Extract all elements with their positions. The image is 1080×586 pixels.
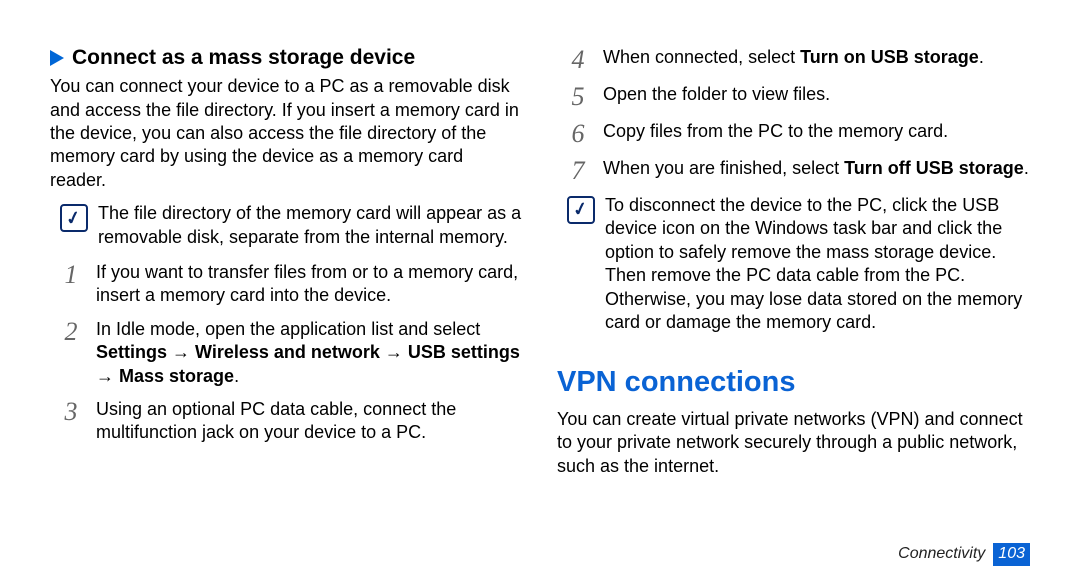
step-number: 4: [567, 46, 589, 73]
step-bold: Turn on USB storage: [800, 47, 979, 67]
step-text-end: .: [979, 47, 984, 67]
step-4: 4 When connected, select Turn on USB sto…: [557, 44, 1030, 81]
step-6: 6 Copy files from the PC to the memory c…: [557, 118, 1030, 155]
right-column: 4 When connected, select Turn on USB sto…: [557, 44, 1030, 486]
vpn-heading: VPN connections: [557, 364, 1030, 402]
section-heading: Connect as a mass storage device: [50, 44, 523, 71]
step-text-end: .: [234, 366, 239, 386]
step-3: 3 Using an optional PC data cable, conne…: [50, 396, 523, 453]
step-body: Copy files from the PC to the memory car…: [603, 120, 1030, 147]
page-number: 103: [993, 543, 1030, 566]
step-7: 7 When you are finished, select Turn off…: [557, 155, 1030, 192]
footer: Connectivity 103: [898, 543, 1030, 566]
step-number: 2: [60, 318, 82, 388]
step-text-end: .: [1024, 158, 1029, 178]
note-block: ✓ The file directory of the memory card …: [50, 200, 523, 259]
chevron-right-icon: [50, 50, 64, 66]
step-text: When connected, select: [603, 47, 800, 67]
left-column: Connect as a mass storage device You can…: [50, 44, 523, 486]
vpn-paragraph: You can create virtual private networks …: [557, 408, 1030, 478]
page: Connect as a mass storage device You can…: [0, 0, 1080, 516]
step-number: 3: [60, 398, 82, 445]
note-text: To disconnect the device to the PC, clic…: [605, 194, 1030, 334]
step-path-bold: Settings → Wireless and network → USB se…: [96, 342, 520, 385]
section-title: Connect as a mass storage device: [72, 44, 415, 71]
step-body: In Idle mode, open the application list …: [96, 318, 523, 388]
step-body: When connected, select Turn on USB stora…: [603, 46, 1030, 73]
note-icon: ✓: [567, 196, 595, 224]
step-5: 5 Open the folder to view files.: [557, 81, 1030, 118]
step-body: Open the folder to view files.: [603, 83, 1030, 110]
step-body: Using an optional PC data cable, connect…: [96, 398, 523, 445]
step-number: 5: [567, 83, 589, 110]
footer-section: Connectivity: [898, 544, 985, 565]
step-number: 6: [567, 120, 589, 147]
step-number: 1: [60, 261, 82, 308]
note-text: The file directory of the memory card wi…: [98, 202, 523, 249]
step-number: 7: [567, 157, 589, 184]
step-text: When you are finished, select: [603, 158, 844, 178]
step-bold: Turn off USB storage: [844, 158, 1024, 178]
note-block: ✓ To disconnect the device to the PC, cl…: [557, 192, 1030, 344]
intro-paragraph: You can connect your device to a PC as a…: [50, 75, 523, 192]
step-body: If you want to transfer files from or to…: [96, 261, 523, 308]
step-2: 2 In Idle mode, open the application lis…: [50, 316, 523, 396]
note-icon: ✓: [60, 204, 88, 232]
step-text: In Idle mode, open the application list …: [96, 319, 480, 339]
step-1: 1 If you want to transfer files from or …: [50, 259, 523, 316]
step-body: When you are finished, select Turn off U…: [603, 157, 1030, 184]
